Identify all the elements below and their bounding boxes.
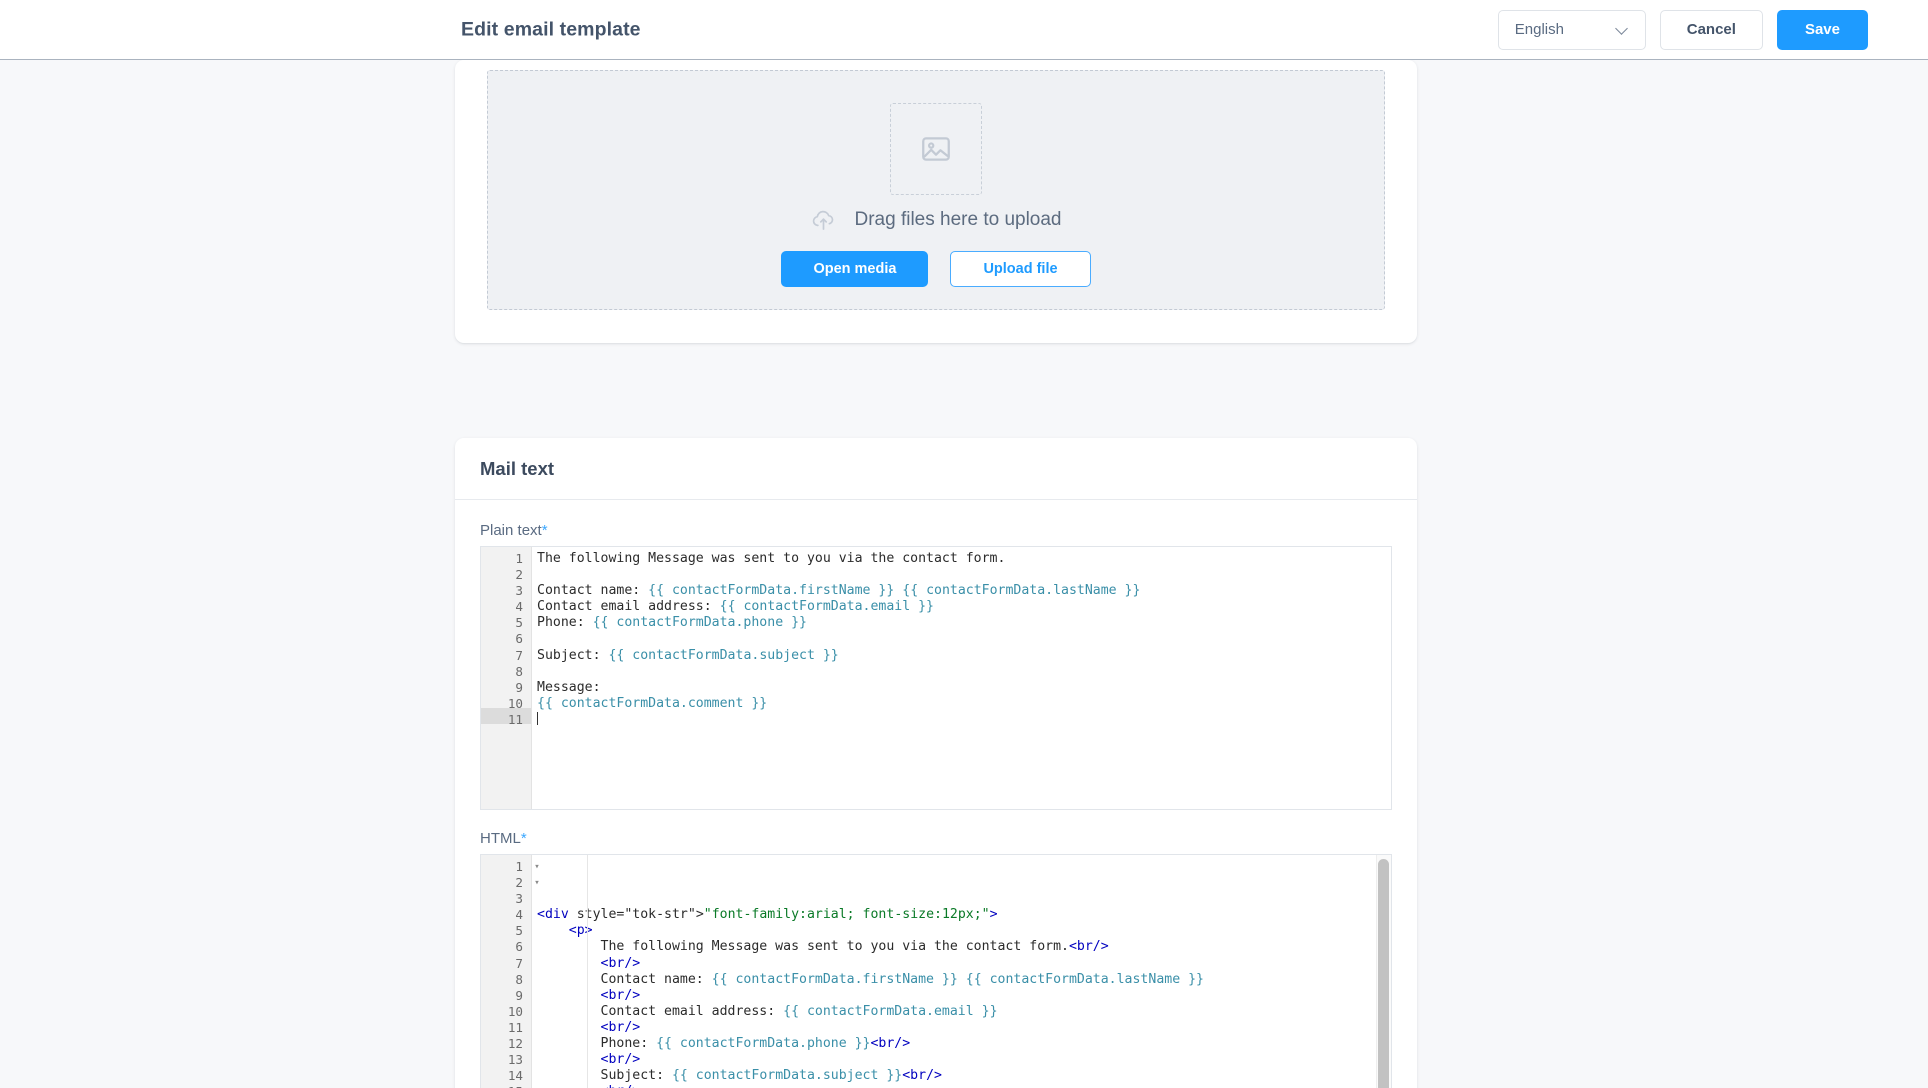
code-line: Contact name: {{ contactFormData.firstNa… [537,971,1204,987]
line-number: 5 [515,615,523,631]
page-content: Drag files here to upload Open media Upl… [0,60,1928,1088]
upload-file-button[interactable]: Upload file [950,251,1091,287]
line-number: 11 [507,711,523,727]
code-line: Contact email address: {{ contactFormDat… [537,599,934,615]
line-number: 12 [507,1036,523,1052]
line-number: 1 [515,551,523,566]
line-number: 3 [515,891,523,907]
plain-editor-gutter: 1 2 3 4 5 6 7 8 9 10 11 [481,547,532,809]
line-number: 8 [515,971,523,987]
media-upload-card: Drag files here to upload Open media Upl… [455,60,1417,343]
html-editor-scrollbar-thumb[interactable] [1378,859,1389,1088]
html-required-marker: * [520,830,527,847]
line-number: 7 [515,647,523,663]
open-media-button[interactable]: Open media [781,251,929,287]
plain-editor-code[interactable]: The following Message was sent to you vi… [532,547,1391,809]
code-line: The following Message was sent to you vi… [537,939,1109,955]
line-number: 11 [507,1019,523,1035]
line-number: 9 [515,679,523,695]
file-dropzone[interactable]: Drag files here to upload Open media Upl… [487,70,1385,310]
code-line: Message: [537,679,601,695]
html-label: HTML* [480,830,1392,847]
image-placeholder-frame [890,103,982,195]
mail-text-title: Mail text [480,457,555,479]
code-line: <br/> [600,955,641,971]
line-number: 10 [507,1003,523,1019]
line-number: 5 [515,923,523,939]
line-number: 4 [515,907,523,923]
line-number: 1 ▾ [481,859,539,875]
code-line: <br/> [600,1052,641,1068]
code-line: Subject: {{ contactFormData.subject }}<b… [537,1068,942,1084]
code-line: <br/> [600,1019,641,1035]
indent-guide [587,855,588,1088]
line-number: 2 ▾ [481,875,539,891]
code-line: Phone: {{ contactFormData.phone }}<br/> [537,1036,911,1052]
code-line: The following Message was sent to you vi… [537,551,1006,566]
line-number: 6 [515,631,523,647]
chevron-down-icon [1616,23,1629,36]
code-line: <br/> [537,1084,1391,1088]
plain-text-label: Plain text* [480,522,1392,539]
line-number: 6 [515,939,523,955]
plain-text-editor[interactable]: 1 2 3 4 5 6 7 8 9 10 11 The following Message was … [480,546,1392,810]
save-button[interactable]: Save [1776,9,1868,50]
language-select-value: English [1514,21,1564,38]
app-header: Edit email template English Cancel Save [0,0,1928,60]
line-number: 10 [507,695,523,711]
drag-files-label: Drag files here to upload [854,208,1062,230]
line-number: 3 [515,583,523,599]
code-line: Contact email address: {{ contactFormDat… [537,1003,998,1019]
code-line: <div style="tok-str">"font-family:arial;… [537,907,998,923]
cloud-upload-icon [813,210,834,230]
line-number: 14 [507,1068,523,1084]
line-number: 15 [481,1084,531,1088]
line-number: 9 [515,987,523,1003]
line-number: 4 [515,599,523,615]
upload-actions: Open media Upload file [488,251,1384,287]
code-line: Phone: {{ contactFormData.phone }} [537,615,807,631]
plain-text-label-text: Plain text [480,522,542,539]
html-editor-scrollbar-track[interactable] [1376,855,1391,1088]
plain-text-required-marker: * [541,522,548,539]
code-line: {{ contactFormData.comment }} [537,695,768,711]
cancel-button[interactable]: Cancel [1659,9,1763,50]
code-line: Contact name: {{ contactFormData.firstNa… [537,583,1141,599]
code-line: Subject: {{ contactFormData.subject }} [537,647,839,663]
line-number: 7 [515,955,523,971]
html-editor[interactable]: 1▾2▾345678910111213141516 <div style="to… [480,854,1392,1088]
page-title: Edit email template [461,18,641,40]
line-number: 13 [507,1052,523,1068]
language-select[interactable]: English [1497,9,1646,50]
code-line [537,711,1391,728]
image-placeholder-icon [922,137,950,161]
code-line: <p> [568,923,593,939]
header-actions: English Cancel Save [1497,9,1868,50]
html-label-text: HTML [480,830,521,847]
line-number: 2 [515,567,523,583]
code-line: <br/> [600,987,641,1003]
mail-text-card-header: Mail text [455,438,1417,500]
html-editor-code[interactable]: <div style="tok-str">"font-family:arial;… [532,855,1391,1088]
drag-hint-row: Drag files here to upload [488,206,1384,233]
html-editor-gutter: 1▾2▾345678910111213141516 [481,855,540,1088]
line-number: 8 [515,663,523,679]
mail-text-card-body: Plain text* 1 2 3 4 5 6 7 8 9 10 11 The following … [455,500,1417,1088]
mail-text-card: Mail text Plain text* 1 2 3 4 5 6 7 8 9 10 11 The … [455,438,1417,1088]
